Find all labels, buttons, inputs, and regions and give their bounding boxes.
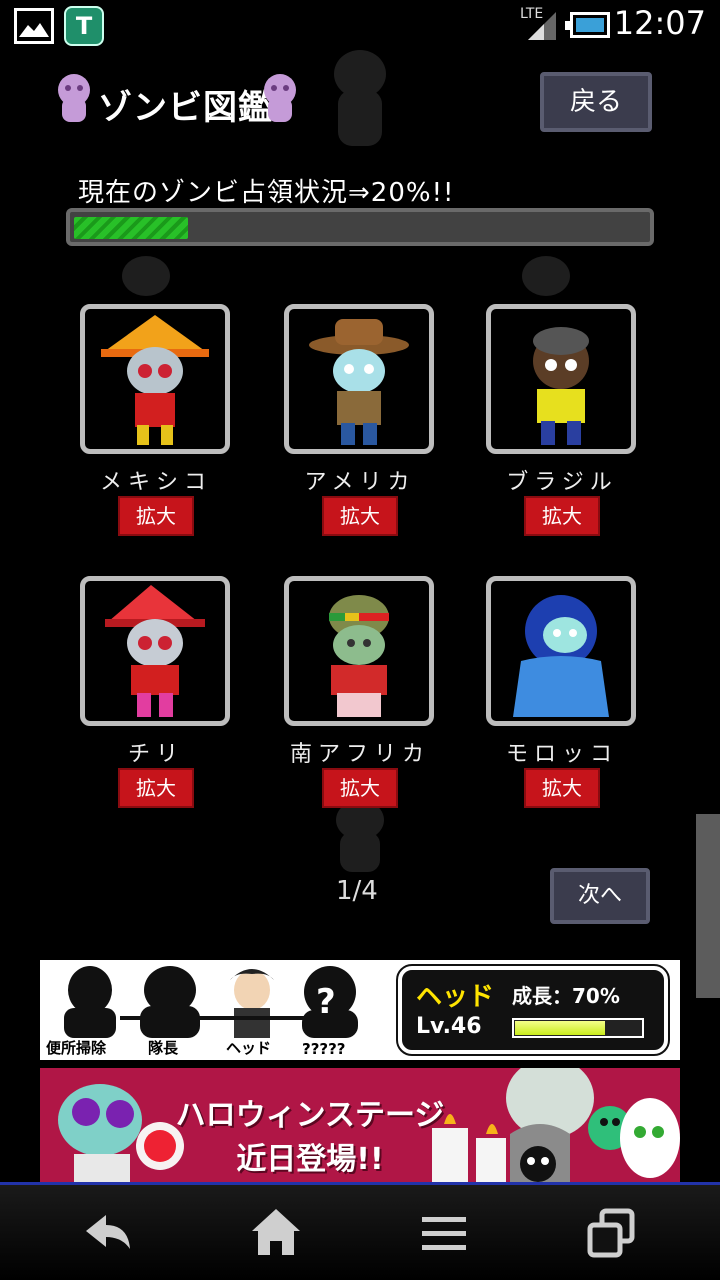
back-button[interactable]: 戻る <box>540 72 652 132</box>
recent-apps-icon[interactable] <box>580 1201 644 1265</box>
halloween-ad-banner[interactable]: ハロウィンステージ 近日登場!! <box>40 1068 680 1184</box>
rank-label: ヘッド <box>226 1039 272 1057</box>
zoom-button[interactable]: 拡大 <box>322 768 398 808</box>
zombie-card-brazil[interactable] <box>486 304 636 454</box>
scrollbar[interactable] <box>696 814 720 998</box>
halloween-title: ハロウィンステージ <box>175 1098 445 1133</box>
halloween-subtitle: 近日登場!! <box>236 1142 384 1177</box>
level-text: Lv.46 <box>416 1014 482 1039</box>
zombie-card-morocco[interactable] <box>486 576 636 726</box>
ghost-icon <box>58 74 90 122</box>
zombie-name: ブラジル <box>506 470 618 495</box>
rank-label: ????? <box>302 1040 346 1058</box>
next-button[interactable]: 次へ <box>550 868 650 924</box>
zombie-card-south-africa[interactable] <box>284 576 434 726</box>
progress-fill <box>74 217 188 239</box>
zombie-name: モロッコ <box>505 742 618 767</box>
navigation-bar <box>0 1185 720 1280</box>
rank-name: ヘッド <box>416 982 495 1012</box>
page-indicator: 1/4 <box>336 876 378 906</box>
ghost-icon <box>264 74 296 122</box>
menu-icon[interactable] <box>412 1201 476 1265</box>
growth-text: 成長：70% <box>512 984 620 1008</box>
zombie-name: メキシコ <box>99 470 212 495</box>
back-icon[interactable] <box>76 1201 140 1265</box>
growth-bar <box>512 1018 644 1038</box>
zoom-button[interactable]: 拡大 <box>118 496 194 536</box>
zombie-name: チリ <box>127 742 184 767</box>
zoom-button[interactable]: 拡大 <box>118 768 194 808</box>
zombie-card-usa[interactable] <box>284 304 434 454</box>
zoom-button[interactable]: 拡大 <box>524 768 600 808</box>
ranking-ad-banner[interactable]: ? 便所掃除 隊長 ヘッド ????? ヘッド 成長：70% Lv.46 <box>40 960 680 1060</box>
zoom-button[interactable]: 拡大 <box>524 496 600 536</box>
occupation-status-text: 現在のゾンビ占領状況⇒20%!! <box>78 178 455 208</box>
zombie-card-mexico[interactable] <box>80 304 230 454</box>
zombie-name: 南アフリカ <box>289 742 430 767</box>
rank-label: 隊長 <box>148 1039 179 1057</box>
rank-label: 便所掃除 <box>46 1039 107 1057</box>
page-title: ゾンビ図鑑 <box>98 88 273 128</box>
zombie-name: アメリカ <box>304 470 416 495</box>
title-group: ゾンビ図鑑 <box>52 70 302 134</box>
unknown-rank-mark: ? <box>316 982 336 1022</box>
home-icon[interactable] <box>244 1201 308 1265</box>
zoom-button[interactable]: 拡大 <box>322 496 398 536</box>
occupation-progress-bar <box>66 208 654 246</box>
rank-status-box: ヘッド 成長：70% Lv.46 <box>396 964 670 1056</box>
zombie-card-chile[interactable] <box>80 576 230 726</box>
